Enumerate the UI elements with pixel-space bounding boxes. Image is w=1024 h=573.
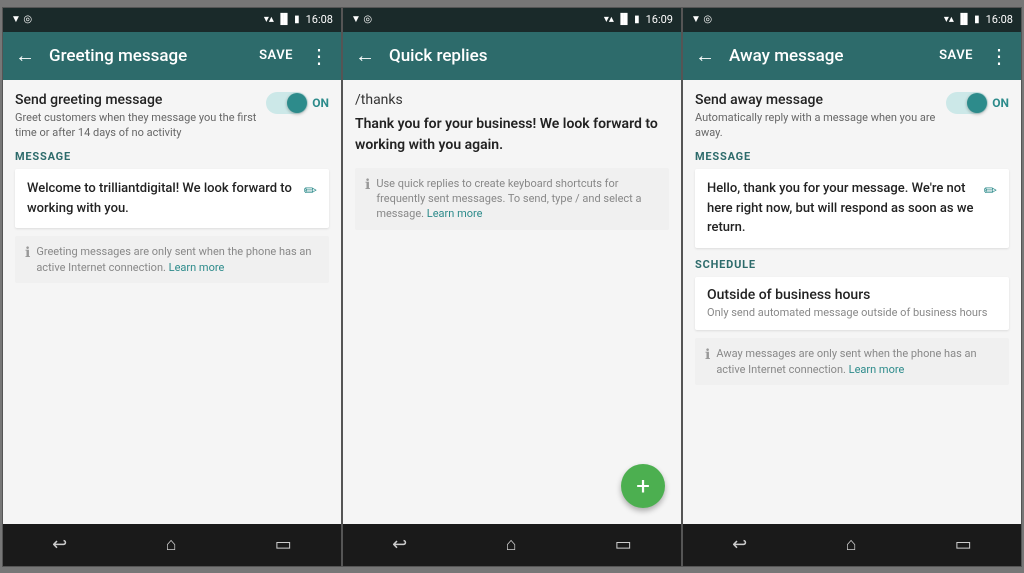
toggle-label-3: ON [992, 96, 1009, 110]
back-nav-1[interactable]: ↩ [52, 534, 67, 555]
schedule-subtitle-3: Only send automated message outside of b… [707, 305, 997, 320]
wifi-icon-3: ▾▴ [944, 14, 954, 25]
message-block-3: Hello, thank you for your message. We're… [695, 169, 1009, 248]
toolbar-title-2: Quick replies [389, 46, 669, 66]
battery-icon-2: ▮ [634, 14, 640, 25]
back-nav-3[interactable]: ↩ [732, 534, 747, 555]
toggle-switch-1[interactable]: ON [266, 92, 329, 114]
toggle-switch-3[interactable]: ON [946, 92, 1009, 114]
toggle-text-3: Send away message Automatically reply wi… [695, 92, 946, 141]
content-3: Send away message Automatically reply wi… [683, 80, 1021, 524]
status-bar-right-3: ▾▴ ▐▌ ▮ 16:08 [944, 13, 1013, 26]
learn-more-link-2[interactable]: Learn more [427, 207, 483, 220]
toggle-thumb-1 [287, 93, 307, 113]
info-text-1: Greeting messages are only sent when the… [36, 244, 319, 275]
toggle-subtitle-3: Automatically reply with a message when … [695, 110, 938, 141]
signal-icon-3: ▐▌ [957, 14, 971, 25]
home-nav-2[interactable]: ⌂ [506, 534, 517, 555]
learn-more-link-3[interactable]: Learn more [849, 363, 905, 376]
message-text-1: Welcome to trilliantdigital! We look for… [27, 179, 296, 218]
toolbar-1: ← Greeting message SAVE ⋮ [3, 32, 341, 80]
info-circle-icon-1: ℹ [25, 245, 30, 261]
learn-more-link-1[interactable]: Learn more [169, 261, 225, 274]
phones-container: ▼ ◎ ▾▴ ▐▌ ▮ 16:08 ← Greeting message SAV… [0, 0, 1024, 573]
toggle-track-1[interactable] [266, 92, 308, 114]
bottom-nav-1: ↩ ⌂ ▭ [3, 524, 341, 566]
fab-button-2[interactable]: + [621, 464, 665, 508]
info-text-3: Away messages are only sent when the pho… [716, 346, 999, 377]
back-button-3[interactable]: ← [695, 43, 715, 68]
section-label-1: MESSAGE [15, 150, 329, 163]
shortcut-text-2: /thanks [355, 92, 669, 108]
notification-icon-1: ▼ ◎ [11, 14, 32, 25]
status-bar-right-1: ▾▴ ▐▌ ▮ 16:08 [264, 13, 333, 26]
save-button-1[interactable]: SAVE [259, 48, 293, 63]
content-1: Send greeting message Greet customers wh… [3, 80, 341, 524]
info-box-2: ℹ Use quick replies to create keyboard s… [355, 168, 669, 230]
toolbar-3: ← Away message SAVE ⋮ [683, 32, 1021, 80]
info-circle-icon-3: ℹ [705, 347, 710, 363]
phone-2: ▼ ◎ ▾▴ ▐▌ ▮ 16:09 ← Quick replies /thank… [342, 7, 682, 567]
recents-nav-3[interactable]: ▭ [955, 534, 972, 555]
info-box-1: ℹ Greeting messages are only sent when t… [15, 236, 329, 283]
info-box-3: ℹ Away messages are only sent when the p… [695, 338, 1009, 385]
edit-icon-3[interactable]: ✏ [984, 181, 997, 200]
battery-icon-3: ▮ [974, 14, 980, 25]
toggle-track-3[interactable] [946, 92, 988, 114]
bottom-nav-2: ↩ ⌂ ▭ [343, 524, 681, 566]
status-bar-3: ▼ ◎ ▾▴ ▐▌ ▮ 16:08 [683, 8, 1021, 32]
phone-1: ▼ ◎ ▾▴ ▐▌ ▮ 16:08 ← Greeting message SAV… [2, 7, 342, 567]
reply-message-2: Thank you for your business! We look for… [355, 114, 669, 156]
status-bar-1: ▼ ◎ ▾▴ ▐▌ ▮ 16:08 [3, 8, 341, 32]
toolbar-title-1: Greeting message [49, 46, 249, 66]
more-button-1[interactable]: ⋮ [309, 44, 329, 68]
wifi-icon-1: ▾▴ [264, 14, 274, 25]
time-3: 16:08 [986, 13, 1013, 26]
schedule-title-3: Outside of business hours [707, 287, 997, 303]
toggle-thumb-3 [967, 93, 987, 113]
status-bar-right-2: ▾▴ ▐▌ ▮ 16:09 [604, 13, 673, 26]
recents-nav-2[interactable]: ▭ [615, 534, 632, 555]
message-section-label-3: MESSAGE [695, 150, 1009, 163]
message-block-1: Welcome to trilliantdigital! We look for… [15, 169, 329, 228]
time-1: 16:08 [306, 13, 333, 26]
time-2: 16:09 [646, 13, 673, 26]
outside-block-3: Outside of business hours Only send auto… [695, 277, 1009, 330]
toggle-title-3: Send away message [695, 92, 938, 108]
toolbar-2: ← Quick replies [343, 32, 681, 80]
toolbar-title-3: Away message [729, 46, 929, 66]
signal-icon-2: ▐▌ [617, 14, 631, 25]
schedule-section-label-3: SCHEDULE [695, 258, 1009, 271]
recents-nav-1[interactable]: ▭ [275, 534, 292, 555]
info-circle-icon-2: ℹ [365, 177, 370, 193]
back-nav-2[interactable]: ↩ [392, 534, 407, 555]
edit-icon-1[interactable]: ✏ [304, 181, 317, 200]
home-nav-3[interactable]: ⌂ [846, 534, 857, 555]
toggle-row-3: Send away message Automatically reply wi… [695, 92, 1009, 141]
toggle-subtitle-1: Greet customers when they message you th… [15, 110, 258, 141]
save-button-3[interactable]: SAVE [939, 48, 973, 63]
message-text-3: Hello, thank you for your message. We're… [707, 179, 976, 238]
notification-icon-3: ▼ ◎ [691, 14, 712, 25]
status-bar-left-3: ▼ ◎ [691, 14, 712, 25]
status-bar-2: ▼ ◎ ▾▴ ▐▌ ▮ 16:09 [343, 8, 681, 32]
more-button-3[interactable]: ⋮ [989, 44, 1009, 68]
toggle-label-1: ON [312, 96, 329, 110]
info-text-2: Use quick replies to create keyboard sho… [376, 176, 659, 222]
toggle-row-1: Send greeting message Greet customers wh… [15, 92, 329, 141]
battery-icon-1: ▮ [294, 14, 300, 25]
status-bar-left-1: ▼ ◎ [11, 14, 32, 25]
toggle-title-1: Send greeting message [15, 92, 258, 108]
phone-3: ▼ ◎ ▾▴ ▐▌ ▮ 16:08 ← Away message SAVE ⋮ … [682, 7, 1022, 567]
back-button-1[interactable]: ← [15, 43, 35, 68]
wifi-icon-2: ▾▴ [604, 14, 614, 25]
toggle-text-1: Send greeting message Greet customers wh… [15, 92, 266, 141]
bottom-nav-3: ↩ ⌂ ▭ [683, 524, 1021, 566]
back-button-2[interactable]: ← [355, 43, 375, 68]
status-bar-left-2: ▼ ◎ [351, 14, 372, 25]
content-2: /thanks Thank you for your business! We … [343, 80, 681, 524]
home-nav-1[interactable]: ⌂ [166, 534, 177, 555]
notification-icon-2: ▼ ◎ [351, 14, 372, 25]
signal-icon-1: ▐▌ [277, 14, 291, 25]
